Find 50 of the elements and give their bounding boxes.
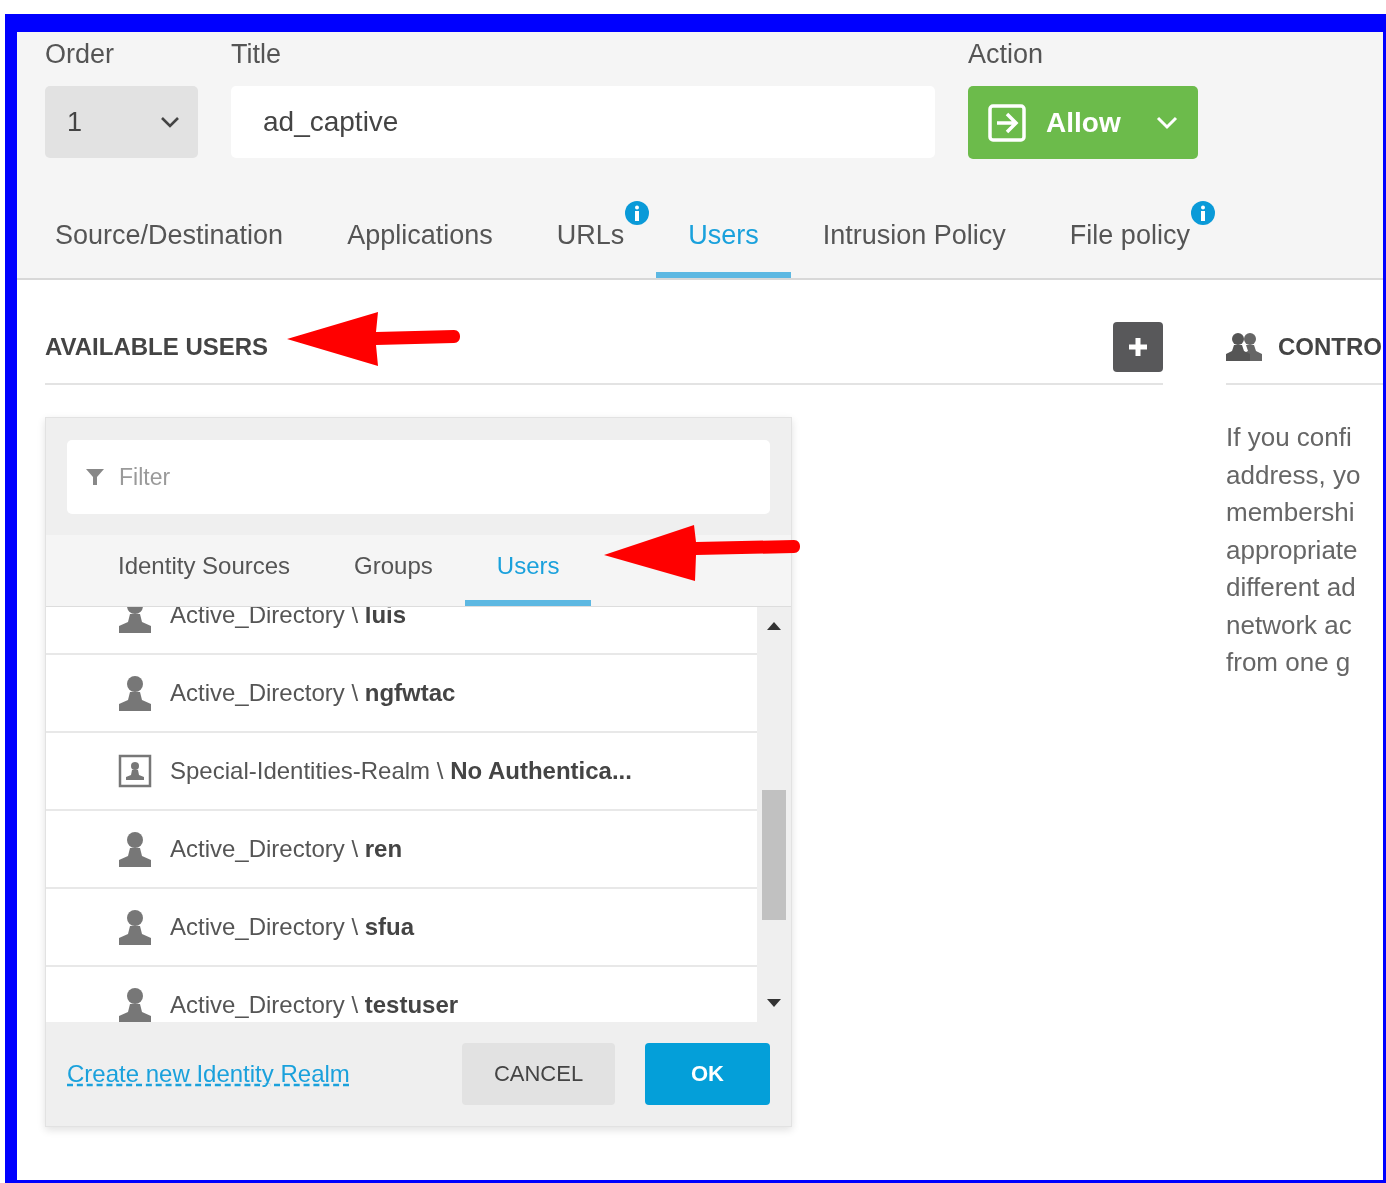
user-name: Active_Directory \ ren [170, 835, 403, 863]
scroll-down-icon[interactable] [766, 998, 782, 1008]
list-item[interactable]: Special-Identities-Realm \ No Authentica... [46, 733, 757, 811]
description-line: appropriate [1226, 533, 1359, 567]
description-line: network ac [1226, 608, 1353, 642]
list-item[interactable]: Active_Directory \ sfua [46, 889, 757, 967]
list-item[interactable]: Active_Directory \ ren [46, 811, 757, 889]
description-line: different ad [1226, 571, 1357, 604]
action-label: Action [968, 38, 1045, 70]
tab[interactable]: Intrusion Policy [790, 199, 1038, 278]
person-icon [118, 675, 152, 711]
user-name: Active_Directory \ ngfwtac [170, 679, 456, 707]
section-heading: AVAILABLE USERS [45, 333, 269, 361]
enter-icon [988, 103, 1028, 142]
tab[interactable]: Source/Destination [23, 199, 316, 278]
tab[interactable]: Applications [315, 199, 525, 278]
description-line: membershi [1226, 496, 1356, 529]
person-icon [118, 909, 152, 945]
description-line: If you confi [1226, 421, 1353, 454]
users-icon [1226, 332, 1262, 362]
filter-field[interactable]: Filter [67, 440, 770, 514]
tab[interactable]: URLs [524, 199, 657, 278]
cancel-button[interactable]: CANCEL [462, 1043, 615, 1105]
scroll-up-icon[interactable] [766, 621, 782, 631]
scrollbar-thumb[interactable] [762, 789, 786, 920]
id-card-icon [118, 754, 152, 788]
description-line: address, yo [1226, 458, 1362, 492]
list-item[interactable]: Active_Directory \ ngfwtac [46, 655, 757, 733]
filter-icon [85, 468, 105, 486]
section-heading: CONTRO [1278, 333, 1382, 361]
user-name: Active_Directory \ testuser [170, 991, 459, 1019]
info-icon [624, 200, 651, 226]
description-line: from one g [1226, 646, 1352, 679]
person-icon [118, 607, 152, 633]
chevron-down-icon [160, 116, 180, 128]
order-label: Order [45, 38, 116, 70]
chevron-down-icon [1156, 115, 1178, 130]
order-select[interactable]: 1 [45, 86, 198, 158]
person-icon [118, 831, 152, 867]
title-label: Title [231, 38, 282, 70]
person-icon [118, 987, 152, 1022]
plus-icon [1126, 335, 1150, 359]
tab[interactable]: Groups [322, 535, 465, 606]
tab[interactable]: Identity Sources [86, 535, 323, 606]
info-icon [1189, 200, 1216, 226]
user-name: Special-Identities-Realm \ No Authentica... [170, 757, 632, 785]
add-button[interactable] [1113, 322, 1163, 372]
tab[interactable]: File policy [1037, 199, 1222, 278]
title-field[interactable]: ad_captive [231, 86, 935, 158]
user-name: Active_Directory \ sfua [170, 913, 415, 941]
